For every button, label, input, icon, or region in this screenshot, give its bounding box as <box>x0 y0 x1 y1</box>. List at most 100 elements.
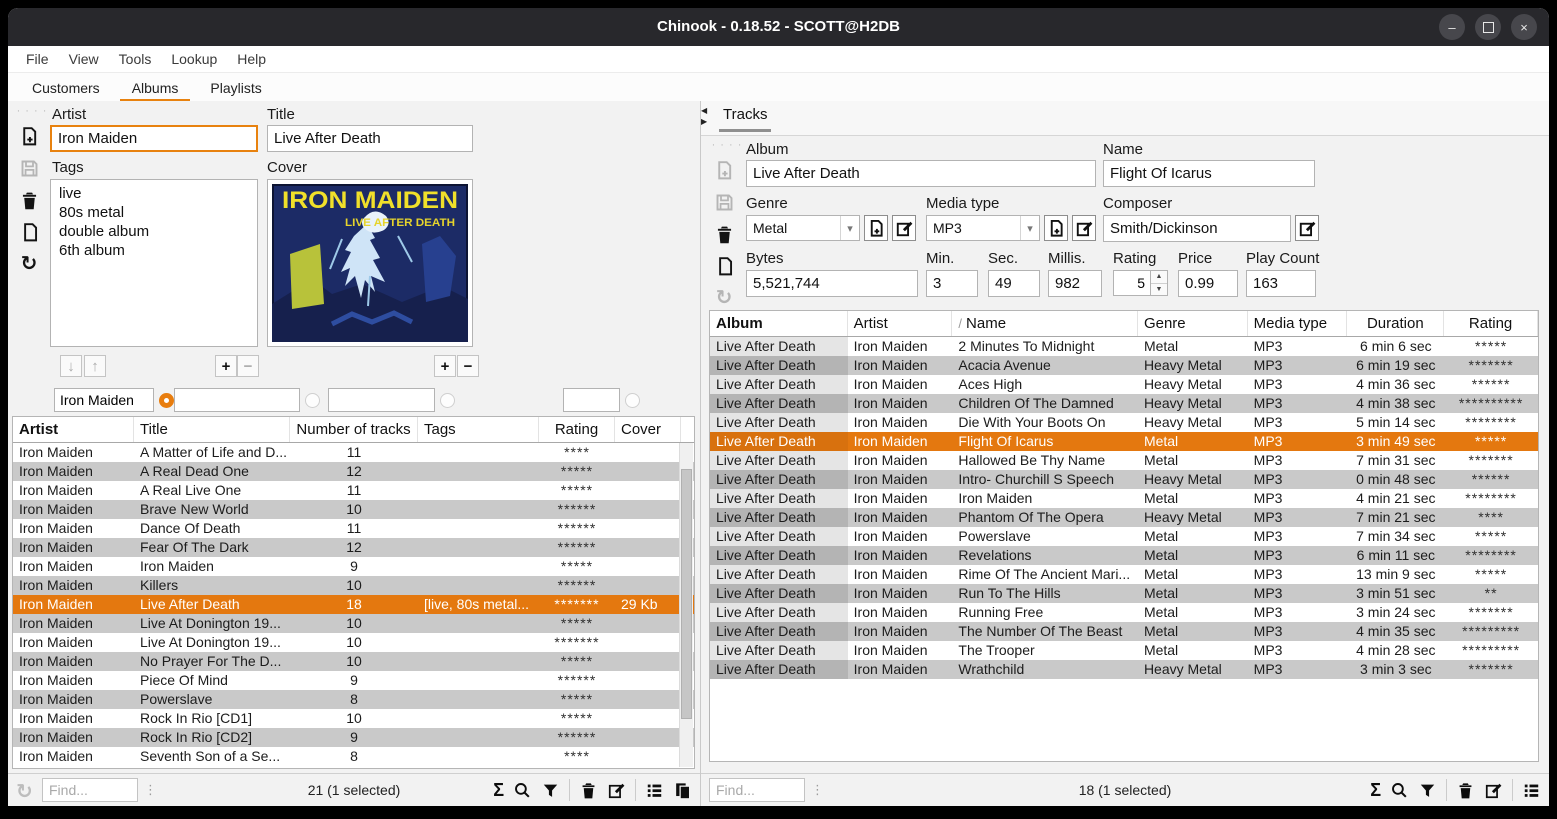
edit-button[interactable] <box>607 781 626 800</box>
table-row[interactable]: Live After DeathIron MaidenIron MaidenMe… <box>710 489 1538 508</box>
new-record-button[interactable] <box>709 157 739 183</box>
sec-input[interactable] <box>988 270 1040 297</box>
media-type-combobox[interactable]: MP3 ▾ <box>926 215 1040 241</box>
rating-input[interactable] <box>1113 270 1151 296</box>
menu-lookup[interactable]: Lookup <box>161 51 227 67</box>
search-button[interactable] <box>1390 781 1409 800</box>
tag-remove-button[interactable]: − <box>237 355 259 377</box>
table-row[interactable]: Iron MaidenFear Of The Dark12****** <box>13 538 694 557</box>
table-row[interactable]: Iron MaidenRock In Rio [CD1]10***** <box>13 709 694 728</box>
copies-button[interactable] <box>673 781 692 800</box>
column-header-duration[interactable]: Duration <box>1347 311 1444 336</box>
genre-combobox[interactable]: Metal ▾ <box>746 215 860 241</box>
media-type-edit-button[interactable] <box>1072 215 1096 241</box>
delete-record-button[interactable] <box>14 187 44 213</box>
tag-move-down-button[interactable]: ↓ <box>60 355 82 377</box>
column-header-rating[interactable]: Rating <box>1444 311 1538 336</box>
table-row[interactable]: Live After DeathIron MaidenAcacia Avenue… <box>710 356 1538 375</box>
menu-view[interactable]: View <box>59 51 109 67</box>
table-row[interactable]: Iron MaidenLive At Donington 19...10****… <box>13 614 694 633</box>
media-type-add-button[interactable] <box>1044 215 1068 241</box>
table-row[interactable]: Live After DeathIron MaidenThe TrooperMe… <box>710 641 1538 660</box>
filter-radio-1[interactable] <box>159 393 174 408</box>
column-header-cover[interactable]: Cover <box>615 417 681 442</box>
table-row[interactable]: Iron MaidenLive At Donington 19...10****… <box>13 633 694 652</box>
spin-down-icon[interactable]: ▼ <box>1151 284 1167 296</box>
rating-stepper[interactable]: ▲ ▼ <box>1113 270 1168 296</box>
genre-edit-button[interactable] <box>892 215 916 241</box>
filter-input-1[interactable] <box>54 388 154 412</box>
table-row[interactable]: Live After DeathIron MaidenAces HighHeav… <box>710 375 1538 394</box>
filter-radio-4[interactable] <box>625 393 640 408</box>
filter-input-3[interactable] <box>328 388 435 412</box>
table-row[interactable]: Iron MaidenNo Prayer For The D...10***** <box>13 652 694 671</box>
table-row[interactable]: Iron MaidenRock In Rio [CD2]9****** <box>13 728 694 747</box>
filter-radio-2[interactable] <box>305 393 320 408</box>
table-row[interactable]: Iron MaidenLive After Death18[live, 80s … <box>13 595 694 614</box>
title-input[interactable] <box>267 125 473 152</box>
table-row[interactable]: Live After DeathIron MaidenFlight Of Ica… <box>710 432 1538 451</box>
table-row[interactable]: Live After DeathIron MaidenHallowed Be T… <box>710 451 1538 470</box>
filter-input-2[interactable] <box>174 388 300 412</box>
menu-help[interactable]: Help <box>227 51 276 67</box>
table-row[interactable]: Live After DeathIron MaidenPhantom Of Th… <box>710 508 1538 527</box>
minimize-button[interactable]: – <box>1439 14 1465 40</box>
table-row[interactable]: Live After DeathIron MaidenRun To The Hi… <box>710 584 1538 603</box>
tag-add-button[interactable]: + <box>215 355 237 377</box>
cover-add-button[interactable]: + <box>434 355 456 377</box>
table-row[interactable]: Live After DeathIron MaidenWrathchildHea… <box>710 660 1538 679</box>
spin-up-icon[interactable]: ▲ <box>1151 271 1167 284</box>
table-row[interactable]: Iron MaidenA Matter of Life and D...11**… <box>13 443 694 462</box>
table-row[interactable]: Live After DeathIron MaidenIntro- Church… <box>710 470 1538 489</box>
cover-remove-button[interactable]: − <box>457 355 479 377</box>
albums-table-scrollbar[interactable] <box>679 443 693 767</box>
millis-input[interactable] <box>1048 270 1102 297</box>
tags-listbox[interactable]: live80s metaldouble album6th album <box>50 179 258 347</box>
table-row[interactable]: Live After DeathIron MaidenThe Number Of… <box>710 622 1538 641</box>
column-header-artist[interactable]: Artist <box>13 417 134 442</box>
column-header-name[interactable]: /Name <box>952 311 1138 336</box>
tab-playlists[interactable]: Playlists <box>194 73 277 102</box>
delete-record-button[interactable] <box>709 221 739 247</box>
table-row[interactable]: Iron MaidenBrave New World10****** <box>13 500 694 519</box>
tag-move-up-button[interactable]: ↑ <box>84 355 106 377</box>
column-header-genre[interactable]: Genre <box>1138 311 1248 336</box>
table-row[interactable]: Iron MaidenPowerslave8***** <box>13 690 694 709</box>
filter-input-4[interactable] <box>563 388 620 412</box>
splitter-handle[interactable]: ◀ ▶ <box>701 107 711 126</box>
aggregate-button[interactable]: Σ <box>1370 780 1381 801</box>
table-row[interactable]: Live After DeathIron MaidenRevelationsMe… <box>710 546 1538 565</box>
aggregate-button[interactable]: Σ <box>493 780 504 801</box>
bytes-input[interactable] <box>746 270 918 297</box>
tab-albums[interactable]: Albums <box>116 73 195 102</box>
duplicate-record-button[interactable] <box>14 219 44 245</box>
column-header-artist[interactable]: Artist <box>848 311 953 336</box>
refresh-button[interactable]: ↻ <box>14 251 44 277</box>
delete-button[interactable] <box>579 781 598 800</box>
composer-input[interactable] <box>1103 215 1291 242</box>
genre-add-button[interactable] <box>864 215 888 241</box>
menu-tools[interactable]: Tools <box>109 51 162 67</box>
filter-radio-3[interactable] <box>440 393 455 408</box>
track-album-input[interactable] <box>746 160 1096 187</box>
price-input[interactable] <box>1178 270 1238 297</box>
table-row[interactable]: Iron MaidenSeventh Son of a Se...8**** <box>13 747 694 766</box>
scrollbar-thumb[interactable] <box>681 469 692 719</box>
tag-list-item[interactable]: 80s metal <box>51 203 257 222</box>
table-row[interactable]: Iron MaidenKillers10****** <box>13 576 694 595</box>
duplicate-record-button[interactable] <box>709 253 739 279</box>
column-header-title[interactable]: Title <box>134 417 290 442</box>
table-row[interactable]: Live After DeathIron MaidenChildren Of T… <box>710 394 1538 413</box>
track-name-input[interactable] <box>1103 160 1315 187</box>
new-record-button[interactable] <box>14 123 44 149</box>
table-row[interactable]: Iron MaidenPiece Of Mind9****** <box>13 671 694 690</box>
tag-list-item[interactable]: 6th album <box>51 241 257 260</box>
filter-button[interactable] <box>1418 781 1437 800</box>
table-row[interactable]: Iron MaidenA Real Live One11***** <box>13 481 694 500</box>
artist-input[interactable] <box>50 125 258 152</box>
tag-list-item[interactable]: double album <box>51 222 257 241</box>
table-row[interactable]: Iron MaidenIron Maiden9***** <box>13 557 694 576</box>
table-row[interactable]: Iron MaidenA Real Dead One12***** <box>13 462 694 481</box>
column-header-media[interactable]: Media type <box>1248 311 1348 336</box>
table-row[interactable]: Live After DeathIron Maiden2 Minutes To … <box>710 337 1538 356</box>
